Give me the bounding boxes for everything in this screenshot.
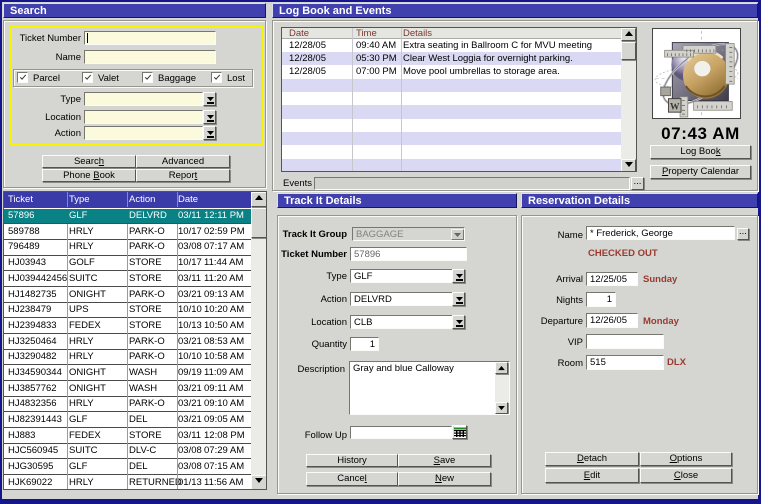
svg-text:W: W <box>670 101 680 112</box>
